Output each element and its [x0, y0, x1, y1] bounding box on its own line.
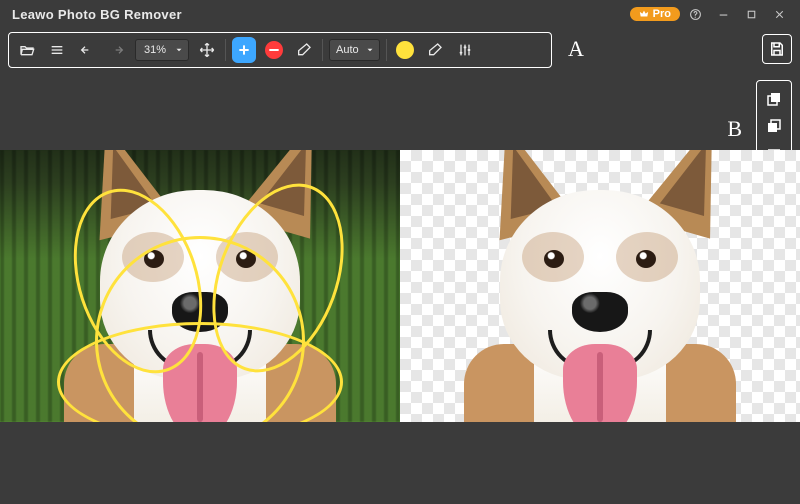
layer-front-icon	[765, 90, 783, 108]
foreground-preview-button[interactable]	[763, 88, 785, 110]
help-icon	[689, 8, 702, 21]
original-image-panel[interactable]	[0, 150, 400, 422]
adjust-button[interactable]	[453, 38, 477, 62]
redo-button[interactable]	[105, 38, 129, 62]
minimize-icon	[717, 8, 730, 21]
separator	[225, 39, 226, 61]
erase-marker-button[interactable]	[292, 38, 316, 62]
title-bar: Leawo Photo BG Remover Pro	[0, 0, 800, 28]
toolbar-box-A: 31% Auto	[8, 32, 552, 68]
annotation-label-A: A	[568, 36, 584, 62]
maximize-button[interactable]	[738, 3, 764, 25]
yellow-swatch-icon	[396, 41, 414, 59]
minus-icon	[266, 42, 282, 58]
dog-cutout	[445, 150, 755, 422]
brush-color-button[interactable]	[393, 38, 417, 62]
minimize-button[interactable]	[710, 3, 736, 25]
open-button[interactable]	[15, 38, 39, 62]
pro-badge-label: Pro	[653, 8, 671, 20]
close-button[interactable]	[766, 3, 792, 25]
hamburger-icon	[49, 42, 65, 58]
foreground-marker-button[interactable]	[232, 38, 256, 62]
eraser-icon	[296, 42, 312, 58]
pro-badge[interactable]: Pro	[630, 7, 680, 21]
undo-button[interactable]	[75, 38, 99, 62]
zoom-value: 31%	[144, 44, 166, 56]
move-icon	[199, 42, 215, 58]
chevron-down-icon	[174, 45, 184, 55]
dog-original	[45, 150, 355, 422]
close-icon	[773, 8, 786, 21]
annotation-label-B: B	[727, 116, 742, 142]
separator	[322, 39, 323, 61]
menu-button[interactable]	[45, 38, 69, 62]
layer-back-icon	[765, 117, 783, 135]
help-button[interactable]	[682, 3, 708, 25]
zoom-dropdown[interactable]: 31%	[135, 39, 189, 61]
eraser-icon	[427, 42, 443, 58]
result-image-panel[interactable]	[400, 150, 800, 422]
mode-dropdown[interactable]: Auto	[329, 39, 380, 61]
undo-icon	[79, 42, 95, 58]
redo-icon	[109, 42, 125, 58]
folder-open-icon	[19, 42, 35, 58]
plus-badge	[232, 37, 256, 63]
save-button[interactable]	[762, 34, 792, 64]
move-button[interactable]	[195, 38, 219, 62]
erase-outline-button[interactable]	[423, 38, 447, 62]
minus-badge	[265, 41, 283, 59]
background-preview-button[interactable]	[763, 115, 785, 137]
crown-icon	[639, 9, 649, 19]
background-marker-button[interactable]	[262, 38, 286, 62]
separator	[386, 39, 387, 61]
mode-value: Auto	[336, 44, 359, 56]
save-icon	[768, 40, 786, 58]
toolbar: 31% Auto	[8, 32, 792, 70]
workspace	[0, 150, 800, 422]
chevron-down-icon	[365, 45, 375, 55]
plus-icon	[236, 42, 252, 58]
app-title: Leawo Photo BG Remover	[12, 7, 182, 22]
maximize-icon	[745, 8, 758, 21]
sliders-icon	[457, 42, 473, 58]
